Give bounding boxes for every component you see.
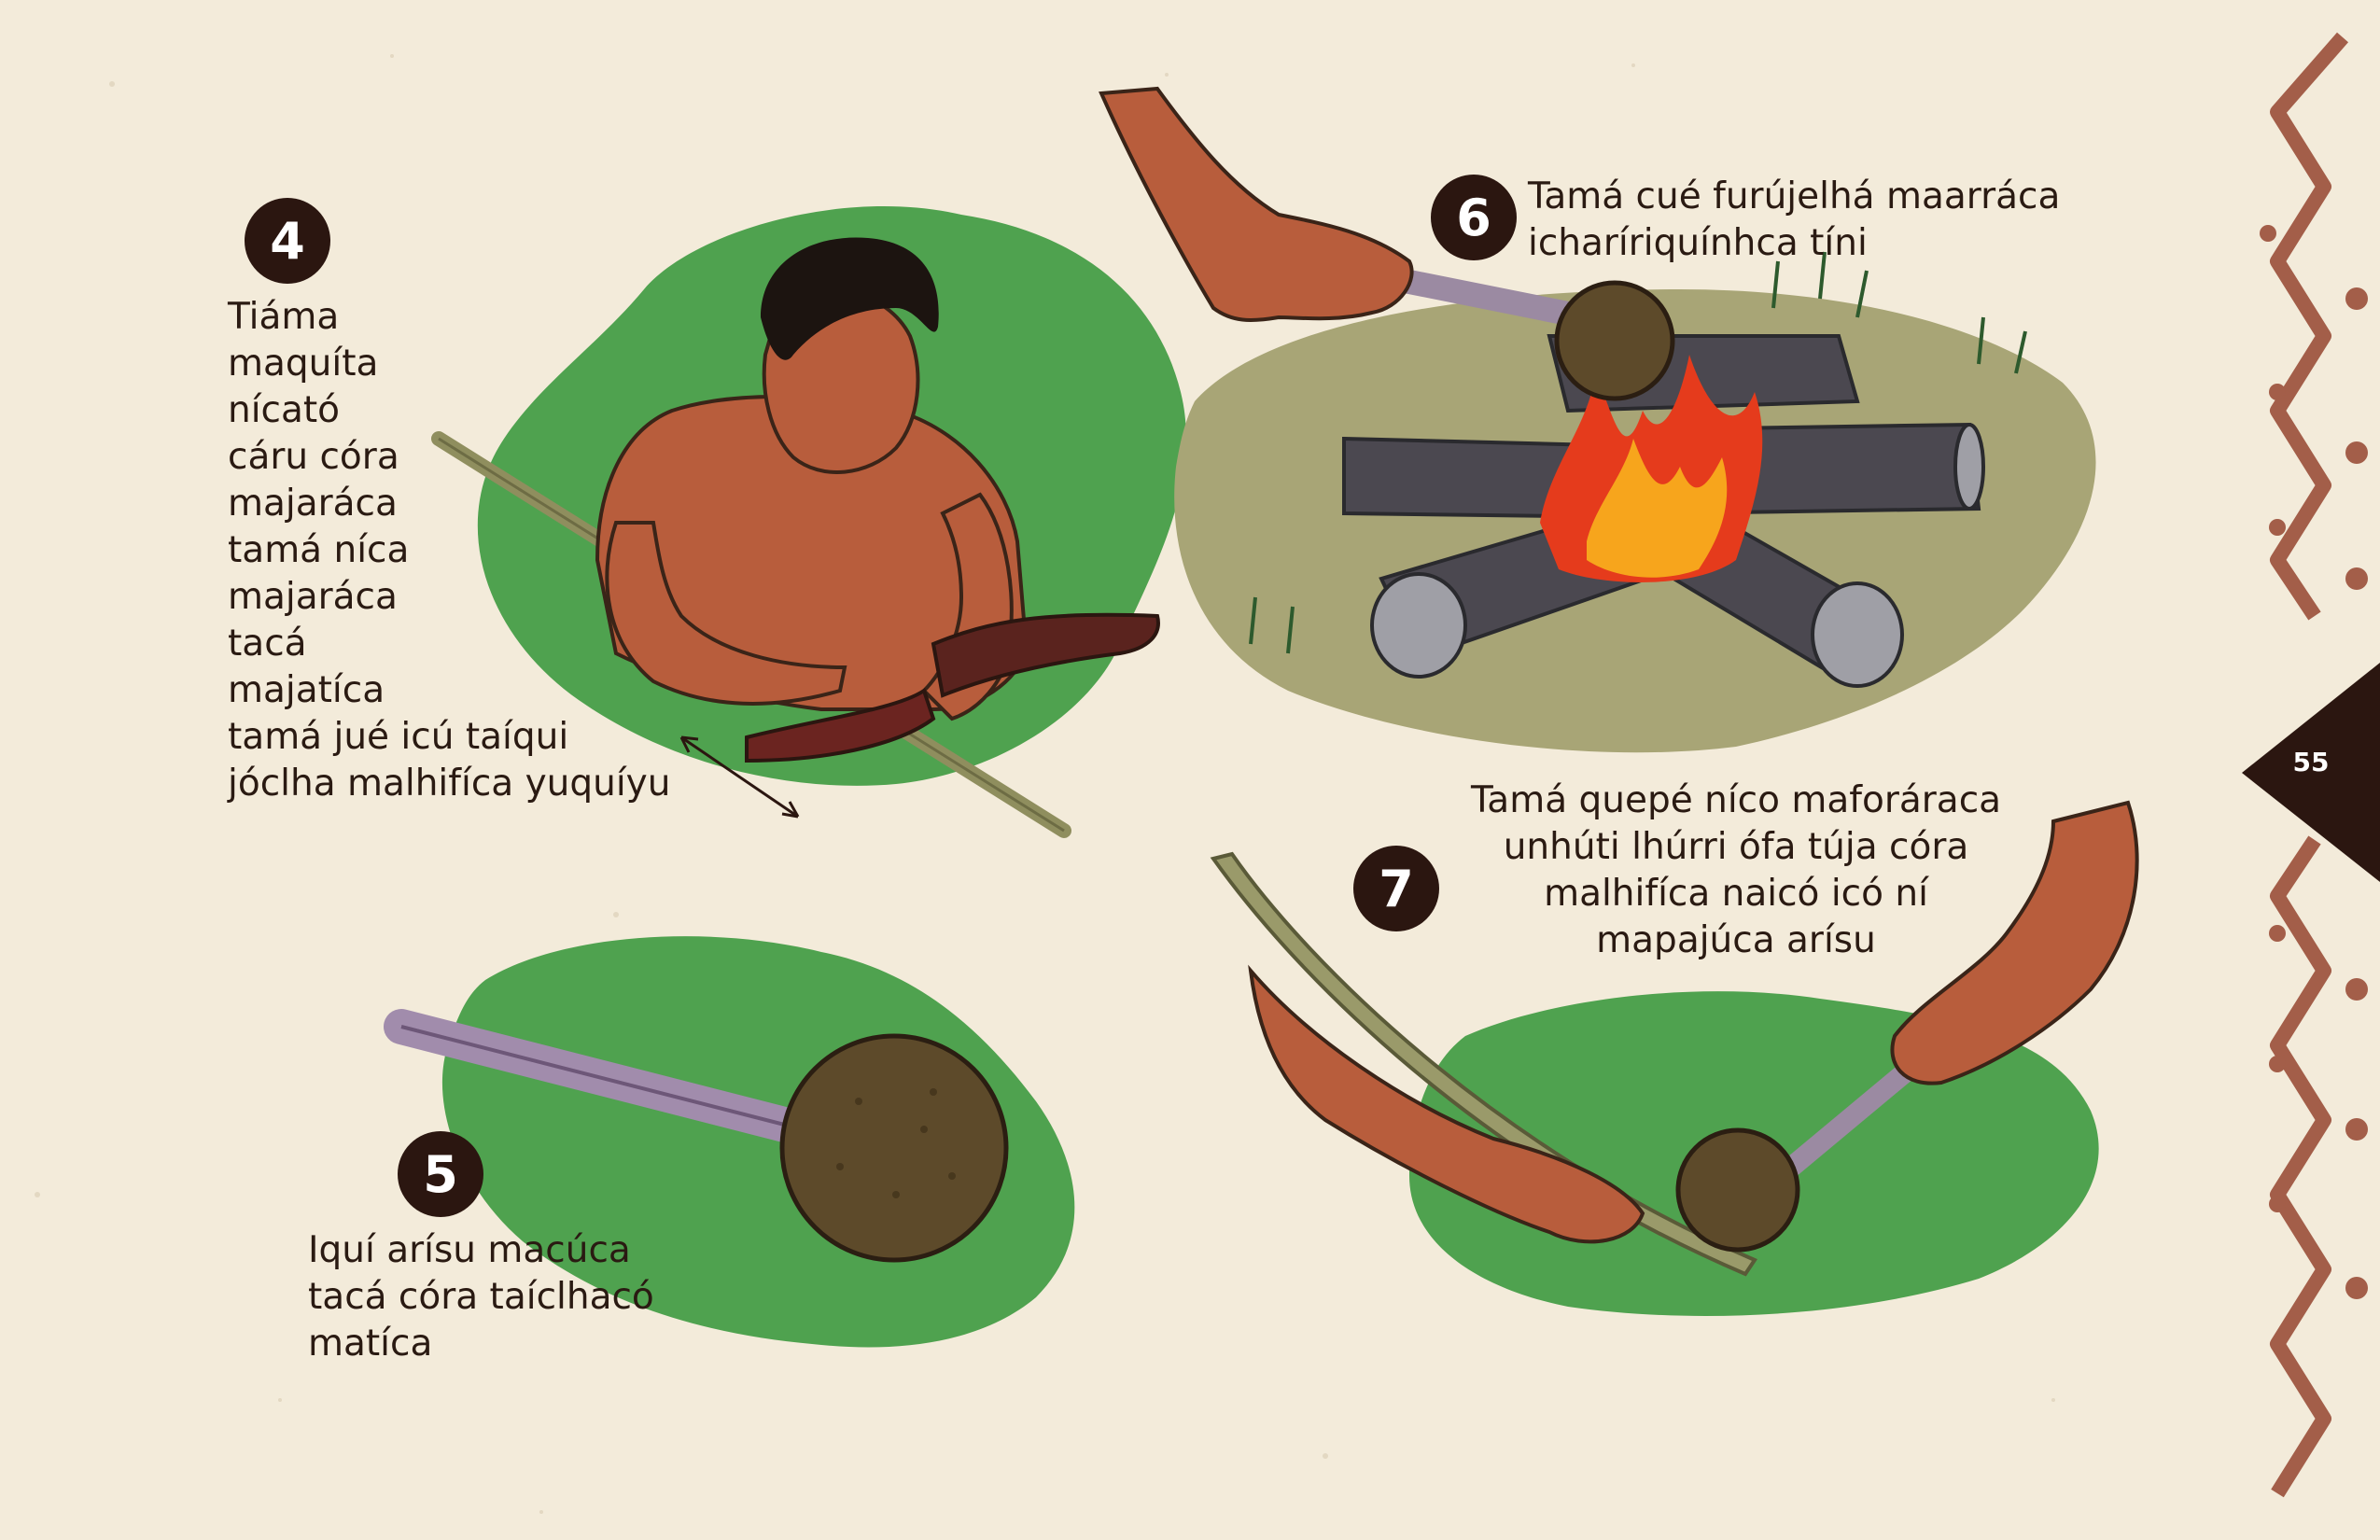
- step-number-4: 4: [245, 198, 330, 284]
- caption-line: tacá córa taíclhacó: [308, 1276, 654, 1318]
- caption-line: majaráca: [228, 483, 398, 525]
- step-number-7: 7: [1353, 846, 1439, 931]
- clay-ball-5: [779, 1033, 1009, 1263]
- caption-line: tamá níca: [228, 529, 410, 571]
- caption-line: Tiáma: [228, 296, 340, 338]
- step-5-caption: Iquí arísu macúca tacá córa taíclhacó ma…: [308, 1227, 654, 1367]
- caption-line: malhifíca naicó icó ní: [1544, 873, 1928, 915]
- caption-line: maquíta: [228, 343, 379, 385]
- caption-line: Iquí arísu macúca: [308, 1229, 631, 1271]
- step-6-caption: Tamá cué furújelhá maarráca icharíriquín…: [1528, 174, 2060, 267]
- step-7-caption: Tamá quepé níco maforáraca unhúti lhúrri…: [1428, 777, 2044, 964]
- clay-ball-7: [1675, 1127, 1800, 1253]
- step-4-caption: Tiáma maquíta nícató cáru córa majaráca …: [228, 294, 670, 807]
- page-number: 55: [2292, 747, 2330, 777]
- caption-line: nícató: [228, 389, 341, 431]
- book-page: 4 Tiáma maquíta nícató cáru córa majarác…: [0, 0, 2380, 1540]
- caption-line: unhúti lhúrri ófa túja córa: [1503, 826, 1969, 868]
- caption-line: Tamá quepé níco maforáraca: [1470, 779, 2002, 821]
- caption-line: majatíca: [228, 669, 385, 711]
- clay-ball-6: [1554, 280, 1675, 401]
- caption-line: tamá jué icú taíqui: [228, 716, 569, 758]
- caption-line: matíca: [308, 1323, 433, 1365]
- caption-line: majaráca: [228, 576, 398, 618]
- arm-6: [1099, 86, 1414, 322]
- caption-line: mapajúca arísu: [1596, 919, 1876, 961]
- step-number-6: 6: [1431, 175, 1517, 260]
- caption-line: jóclha malhifíca yuquíyu: [228, 763, 671, 805]
- caption-line: Tamá cué furújelhá maarráca: [1528, 175, 2061, 217]
- step-number-5: 5: [398, 1131, 483, 1217]
- caption-line: tacá: [228, 623, 307, 665]
- caption-line: icharíriquínhca tíni: [1528, 222, 1868, 264]
- caption-line: cáru córa: [228, 436, 399, 478]
